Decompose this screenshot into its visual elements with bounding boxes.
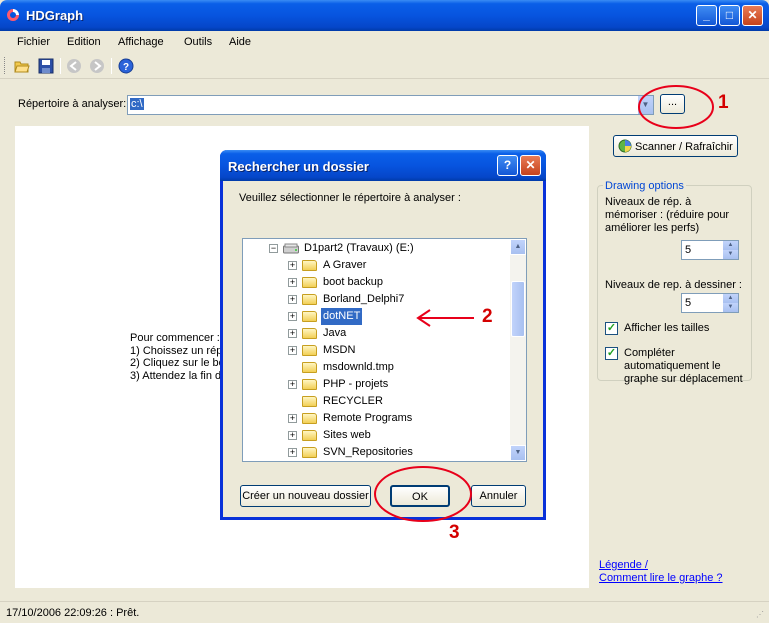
annotation-number-3: 3 bbox=[449, 522, 460, 543]
annotation-circle-browse bbox=[638, 85, 714, 129]
annotation-number-1: 1 bbox=[718, 92, 729, 113]
annotation-arrow bbox=[416, 309, 474, 327]
annotation-circle-ok bbox=[374, 466, 472, 522]
annotation-number-2: 2 bbox=[482, 306, 493, 327]
annotation-overlay bbox=[374, 85, 714, 522]
